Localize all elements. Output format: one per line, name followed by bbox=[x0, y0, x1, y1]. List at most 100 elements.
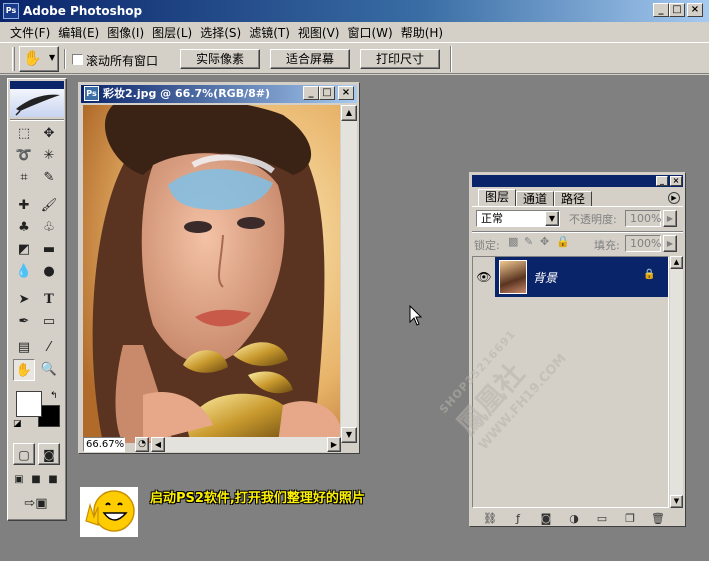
scroll-down-arrow-icon[interactable]: ▼ bbox=[670, 495, 683, 508]
fill-label: 填充: bbox=[594, 239, 620, 252]
adobe-online-logo[interactable] bbox=[10, 81, 64, 117]
close-button[interactable]: × bbox=[687, 3, 703, 17]
fill-field[interactable]: 100% bbox=[625, 235, 661, 252]
dodge-tool-icon[interactable]: ● bbox=[38, 261, 60, 283]
vertical-scrollbar[interactable]: ▲ ▼ bbox=[341, 105, 357, 443]
jump-to-imageready-icon[interactable]: ⇨▣ bbox=[13, 493, 59, 515]
menu-layer[interactable]: 图层(L) bbox=[148, 24, 196, 41]
menu-image[interactable]: 图像(I) bbox=[103, 24, 148, 41]
type-tool-icon[interactable]: T bbox=[38, 289, 60, 311]
document-canvas-photo[interactable] bbox=[83, 105, 340, 443]
eyedropper-tool-icon[interactable]: ⁄ bbox=[38, 337, 60, 359]
quick-mask-mode-icon[interactable]: ◙ bbox=[38, 443, 60, 465]
scroll-up-arrow-icon[interactable]: ▲ bbox=[341, 105, 357, 121]
opacity-field[interactable]: 100% bbox=[625, 210, 661, 227]
path-selection-tool-icon[interactable]: ➤ bbox=[13, 289, 35, 311]
layers-scrollbar[interactable]: ▲ ▼ bbox=[670, 256, 683, 508]
scroll-up-arrow-icon[interactable]: ▲ bbox=[670, 256, 683, 269]
shape-tool-icon[interactable]: ▭ bbox=[38, 311, 60, 333]
crop-tool-icon[interactable]: ⌗ bbox=[13, 167, 35, 189]
photoshop-app-icon: Ps bbox=[3, 3, 19, 19]
minimize-button[interactable]: _ bbox=[653, 3, 669, 17]
tab-channels[interactable]: 通道 bbox=[516, 191, 555, 207]
menu-file[interactable]: 文件(F) bbox=[6, 24, 54, 41]
clone-stamp-tool-icon[interactable]: ♣ bbox=[13, 217, 35, 239]
menu-select[interactable]: 选择(S) bbox=[196, 24, 245, 41]
link-layers-icon[interactable]: ⛓ bbox=[482, 512, 498, 526]
tab-layers[interactable]: 图层 bbox=[478, 189, 517, 207]
horizontal-scrollbar[interactable]: ◀ ▶ bbox=[151, 437, 341, 452]
menu-help[interactable]: 帮助(H) bbox=[397, 24, 447, 41]
hand-tool-icon[interactable]: ✋ bbox=[13, 359, 35, 381]
app-titlebar: Ps Adobe Photoshop _ □ × bbox=[0, 0, 709, 22]
zoom-level-field[interactable]: 66.67% bbox=[83, 437, 125, 452]
menu-view[interactable]: 视图(V) bbox=[294, 24, 344, 41]
doc-maximize-button[interactable]: □ bbox=[319, 86, 335, 100]
menu-bar: 文件(F) 编辑(E) 图像(I) 图层(L) 选择(S) 滤镜(T) 视图(V… bbox=[0, 22, 709, 42]
delete-layer-icon[interactable]: 🗑 bbox=[650, 512, 666, 526]
pen-tool-icon[interactable]: ✒ bbox=[13, 311, 35, 333]
doc-minimize-button[interactable]: _ bbox=[303, 86, 319, 100]
standard-mode-icon[interactable]: ▢ bbox=[13, 443, 35, 465]
menu-window[interactable]: 窗口(W) bbox=[343, 24, 396, 41]
scroll-right-arrow-icon[interactable]: ▶ bbox=[327, 437, 341, 452]
notes-tool-icon[interactable]: ▤ bbox=[13, 337, 35, 359]
lock-transparency-icon[interactable]: ▩ bbox=[508, 235, 518, 248]
opacity-slider-arrow-icon[interactable]: ▶ bbox=[663, 210, 677, 227]
scroll-left-arrow-icon[interactable]: ◀ bbox=[151, 437, 165, 452]
marquee-tool-icon[interactable]: ⬚ bbox=[13, 123, 35, 145]
history-brush-tool-icon[interactable]: ♧ bbox=[38, 217, 60, 239]
app-title: Adobe Photoshop bbox=[23, 4, 143, 18]
swap-colors-icon[interactable]: ↰ bbox=[50, 391, 58, 401]
new-layer-icon[interactable]: ❐ bbox=[622, 512, 638, 526]
scroll-down-arrow-icon[interactable]: ▼ bbox=[341, 427, 357, 443]
tool-preset-picker[interactable]: ✋ ▼ bbox=[19, 46, 59, 72]
lock-paint-icon[interactable]: ✎ bbox=[524, 235, 533, 248]
lock-all-icon[interactable]: 🔒 bbox=[556, 235, 570, 248]
layer-name[interactable]: 背景 bbox=[533, 269, 557, 286]
foreground-color-swatch[interactable] bbox=[16, 391, 42, 417]
actual-pixels-button[interactable]: 实际像素 bbox=[180, 49, 260, 69]
menu-filter[interactable]: 滤镜(T) bbox=[245, 24, 294, 41]
palette-minimize-button[interactable]: _ bbox=[656, 176, 668, 186]
document-title: 彩妆2.jpg @ 66.7%(RGB/8#) bbox=[103, 87, 270, 100]
status-menu-icon[interactable]: ◔ bbox=[135, 437, 149, 452]
adjustment-layer-icon[interactable]: ◑ bbox=[566, 512, 582, 526]
screen-mode-standard-icon[interactable]: ▣ bbox=[11, 469, 27, 491]
brush-tool-icon[interactable]: 🖌 bbox=[38, 195, 60, 217]
scroll-all-windows-checkbox[interactable] bbox=[72, 54, 83, 65]
fit-screen-button[interactable]: 适合屏幕 bbox=[270, 49, 350, 69]
layer-mask-icon[interactable]: ◙ bbox=[538, 512, 554, 526]
layer-row-background[interactable]: 👁 背景 🔒 bbox=[473, 257, 668, 297]
magic-wand-tool-icon[interactable]: ✳ bbox=[38, 145, 60, 167]
opacity-label: 不透明度: bbox=[569, 213, 617, 226]
screen-mode-full-icon[interactable]: ■ bbox=[45, 469, 61, 491]
menu-edit[interactable]: 编辑(E) bbox=[54, 24, 103, 41]
eye-visibility-icon[interactable]: 👁 bbox=[473, 257, 495, 297]
layer-style-icon[interactable]: ƒ bbox=[510, 512, 526, 526]
healing-brush-tool-icon[interactable]: ✚ bbox=[13, 195, 35, 217]
doc-close-button[interactable]: × bbox=[338, 86, 354, 100]
tab-paths[interactable]: 路径 bbox=[554, 191, 593, 207]
layers-palette-titlebar[interactable]: _ × bbox=[472, 175, 683, 187]
maximize-button[interactable]: □ bbox=[669, 3, 685, 17]
options-divider bbox=[64, 49, 66, 69]
gradient-tool-icon[interactable]: ▬ bbox=[38, 239, 60, 261]
lasso-tool-icon[interactable]: ➰ bbox=[13, 145, 35, 167]
print-size-button[interactable]: 打印尺寸 bbox=[360, 49, 440, 69]
move-tool-icon[interactable]: ✥ bbox=[38, 123, 60, 145]
chevron-down-icon: ▼ bbox=[545, 211, 559, 226]
blend-mode-select[interactable]: 正常 ▼ bbox=[476, 210, 560, 227]
eraser-tool-icon[interactable]: ◩ bbox=[13, 239, 35, 261]
blur-tool-icon[interactable]: 💧 bbox=[13, 261, 35, 283]
palette-menu-icon[interactable]: ▶ bbox=[668, 192, 680, 204]
screen-mode-full-menu-icon[interactable]: ■ bbox=[28, 469, 44, 491]
palette-close-button[interactable]: × bbox=[670, 176, 682, 186]
zoom-tool-icon[interactable]: 🔍 bbox=[38, 359, 60, 381]
new-group-icon[interactable]: ▭ bbox=[594, 512, 610, 526]
default-colors-icon[interactable]: ◪ bbox=[13, 419, 22, 429]
lock-move-icon[interactable]: ✥ bbox=[540, 235, 549, 248]
fill-slider-arrow-icon[interactable]: ▶ bbox=[663, 235, 677, 252]
options-bar-grip[interactable] bbox=[12, 47, 15, 71]
slice-tool-icon[interactable]: ✎ bbox=[38, 167, 60, 189]
